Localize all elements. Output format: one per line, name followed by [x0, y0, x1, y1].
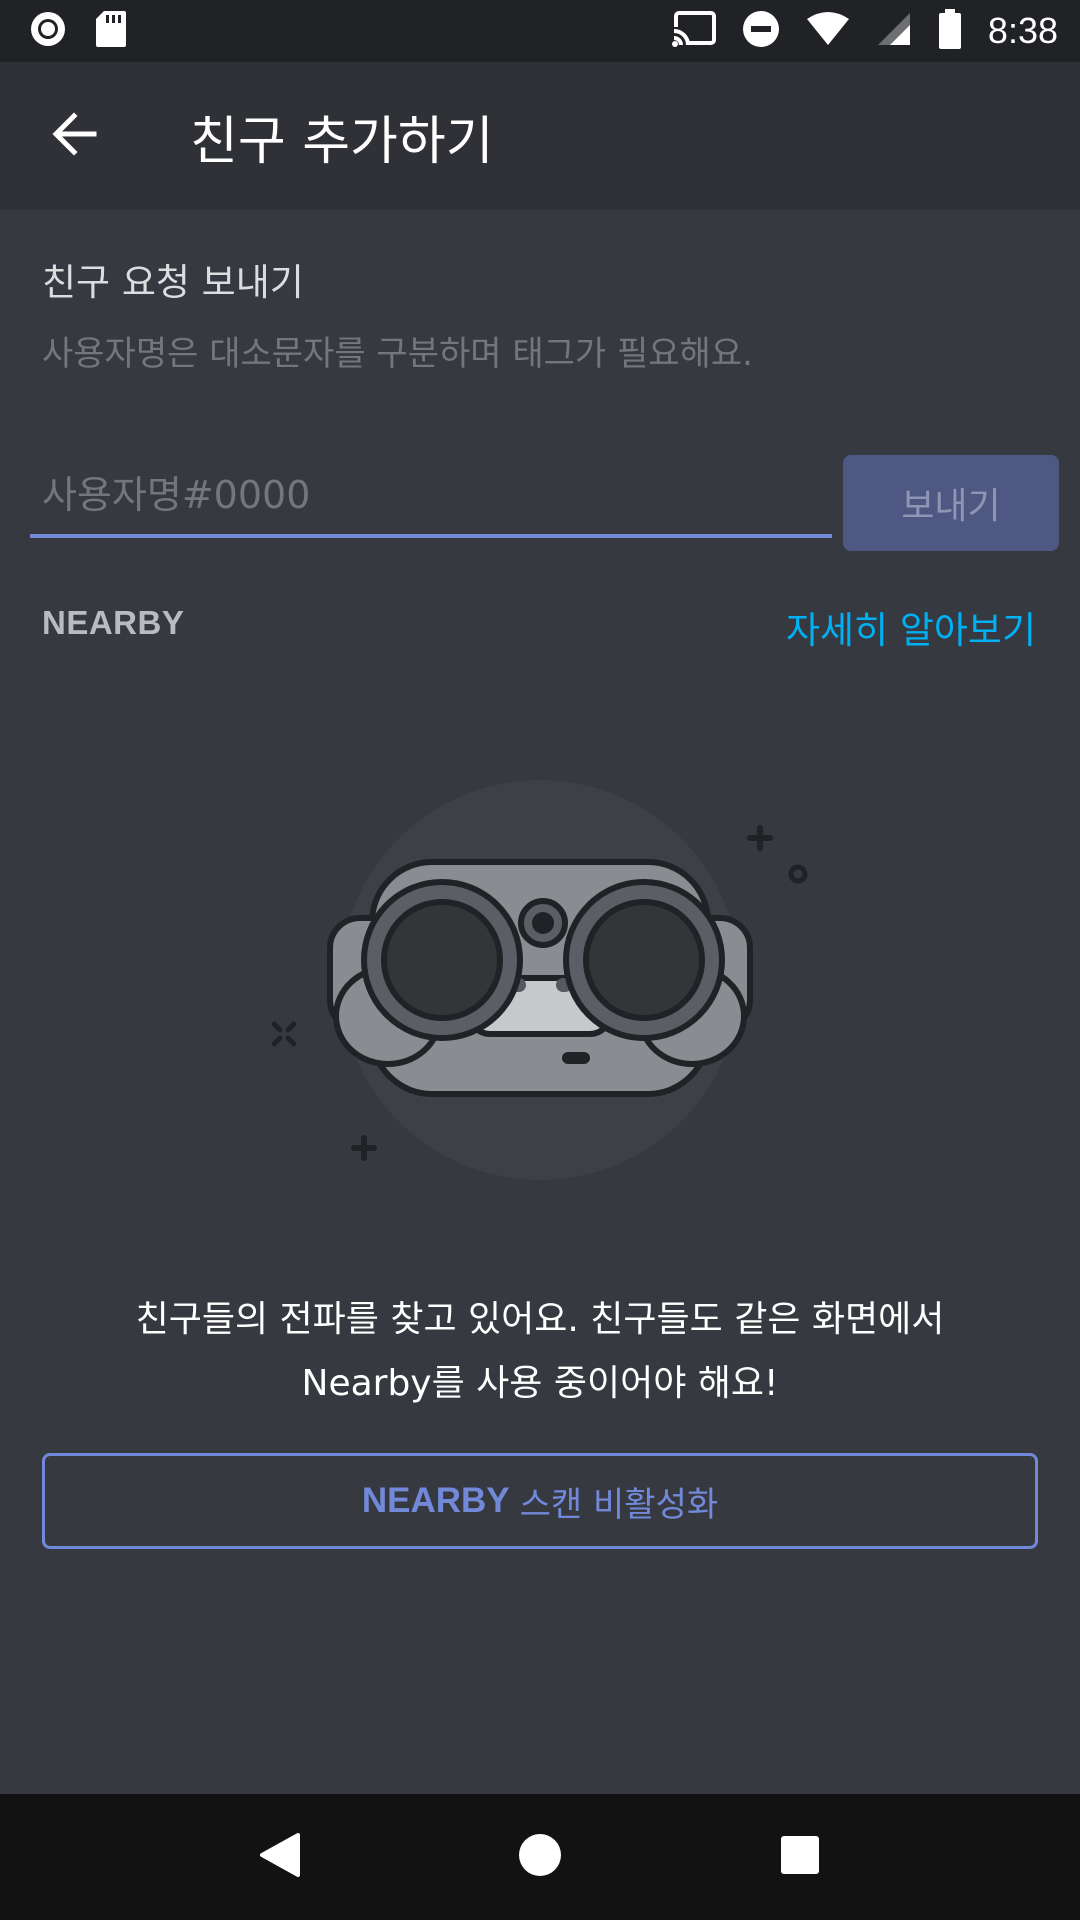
page-title: 친구 추가하기 [190, 111, 494, 172]
recents-square-icon [779, 1834, 821, 1880]
system-nav-bar [0, 1794, 1080, 1920]
wifi-icon [806, 11, 850, 51]
status-left [28, 9, 128, 53]
app-bar: 친구 추가하기 [0, 62, 1080, 210]
nearby-description: 친구들의 전파를 찾고 있어요. 친구들도 같은 화면에서 Nearby를 사용… [0, 1288, 1080, 1416]
username-input[interactable] [30, 456, 832, 538]
status-bar: 8:38 [0, 0, 1080, 62]
cast-icon [671, 11, 716, 51]
back-triangle-icon [258, 1831, 302, 1883]
arrow-back-icon [50, 110, 98, 162]
do-not-disturb-icon [742, 10, 780, 52]
cellular-signal-icon [876, 11, 912, 51]
learn-more-link[interactable]: 자세히 알아보기 [786, 600, 1036, 654]
sd-card-icon [94, 9, 128, 53]
nav-back-button[interactable] [235, 1812, 325, 1902]
toggle-rest-label: 스캔 비활성화 [519, 1484, 719, 1525]
friend-request-subtitle: 사용자명은 대소문자를 구분하며 태그가 필요해요. [42, 334, 753, 374]
nav-recents-button[interactable] [755, 1812, 845, 1902]
battery-icon [938, 9, 962, 53]
nav-home-button[interactable] [495, 1812, 585, 1902]
toggle-strong-label: NEARBY [361, 1481, 510, 1520]
disable-nearby-scan-button[interactable]: NEARBY 스캔 비활성화 [42, 1453, 1038, 1549]
status-right: 8:38 [671, 9, 1058, 53]
send-button[interactable]: 보내기 [843, 455, 1059, 551]
nearby-description-line1: 친구들의 전파를 찾고 있어요. 친구들도 같은 화면에서 [135, 1299, 945, 1340]
nearby-description-line2: Nearby를 사용 중이어야 해요! [301, 1363, 779, 1404]
home-circle-icon [517, 1832, 563, 1882]
back-button[interactable] [24, 86, 124, 186]
record-icon [28, 9, 68, 53]
status-time: 8:38 [987, 10, 1058, 51]
nearby-heading: NEARBY [42, 604, 185, 641]
friend-request-title: 친구 요청 보내기 [42, 261, 304, 304]
binoculars-illustration [260, 760, 820, 1200]
